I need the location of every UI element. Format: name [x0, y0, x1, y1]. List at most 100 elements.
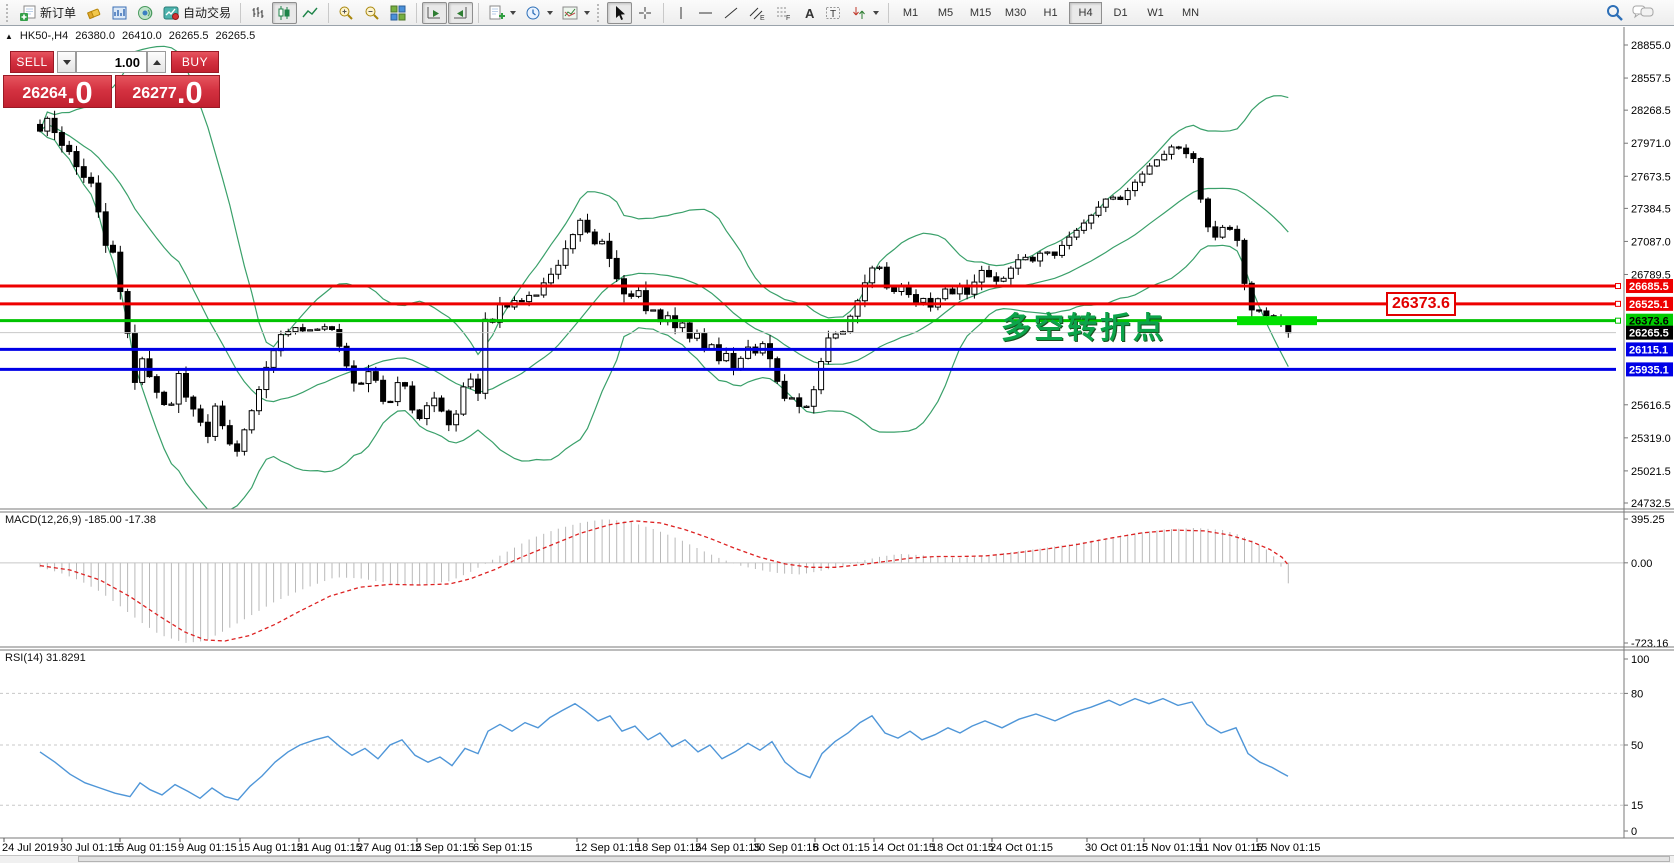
- buy-price-decimal: .0: [177, 79, 203, 107]
- zoom-in-icon: [338, 5, 355, 21]
- time-axis: 24 Jul 201930 Jul 01:155 Aug 01:159 Aug …: [2, 838, 1320, 854]
- bar-chart-icon: [250, 5, 267, 21]
- cursor-icon: [611, 5, 628, 21]
- low-value: 26265.5: [169, 30, 209, 42]
- search-icon[interactable]: [1606, 4, 1624, 21]
- fibonacci-button[interactable]: F: [771, 2, 796, 24]
- periods-button[interactable]: [521, 2, 557, 24]
- tile-windows-button[interactable]: [386, 2, 411, 24]
- candlesticks: [38, 111, 1291, 457]
- tab-timeframe-M15[interactable]: M15: [964, 2, 997, 24]
- price-callout[interactable]: 26373.6: [1386, 292, 1456, 316]
- price-axis: 28855.028557.528268.527971.027673.527384…: [1624, 40, 1671, 510]
- svg-text:30 Oct 01:15: 30 Oct 01:15: [1085, 842, 1148, 854]
- highlight-bar[interactable]: [1237, 316, 1317, 325]
- auto-trading-button[interactable]: 自动交易: [159, 2, 235, 24]
- svg-text:50: 50: [1631, 740, 1643, 752]
- crosshair-button[interactable]: [633, 2, 658, 24]
- auto-scroll-button[interactable]: [422, 2, 447, 24]
- market-watch-button[interactable]: [107, 2, 132, 24]
- line-chart-icon: [302, 5, 319, 21]
- open-value: 26380.0: [75, 30, 115, 42]
- sell-button[interactable]: SELL: [10, 51, 54, 73]
- indicators-button[interactable]: [484, 2, 520, 24]
- templates-button[interactable]: [558, 2, 594, 24]
- tab-timeframe-MN[interactable]: MN: [1174, 2, 1207, 24]
- arrow-up-icon: [153, 60, 161, 65]
- rsi-line: [40, 699, 1288, 800]
- tab-timeframe-W1[interactable]: W1: [1139, 2, 1172, 24]
- trendline-button[interactable]: [719, 2, 744, 24]
- eraser-button[interactable]: [81, 2, 106, 24]
- vertical-line-button[interactable]: [669, 2, 692, 24]
- candlestick-chart-button[interactable]: [272, 2, 297, 24]
- horizontal-line-button[interactable]: [693, 2, 718, 24]
- toolbar-separator: [888, 3, 889, 23]
- scrollbar-thumb[interactable]: [78, 856, 1670, 862]
- tab-timeframe-D1[interactable]: D1: [1104, 2, 1137, 24]
- svg-text:25319.0: 25319.0: [1631, 433, 1671, 445]
- tab-timeframe-M1[interactable]: M1: [894, 2, 927, 24]
- sell-price-decimal: .0: [67, 79, 93, 107]
- svg-text:27673.5: 27673.5: [1631, 171, 1671, 183]
- sell-price-button[interactable]: 26264 .0: [3, 75, 112, 108]
- toolbar-right-group: [1606, 4, 1654, 21]
- toolbar-separator: [663, 3, 664, 23]
- news-button[interactable]: [133, 2, 158, 24]
- svg-text:12 Sep 01:15: 12 Sep 01:15: [575, 842, 640, 854]
- zoom-in-button[interactable]: [334, 2, 359, 24]
- ohlc-title: ▲ HK50-,H4 26380.0 26410.0 26265.5 26265…: [5, 30, 255, 42]
- svg-text:24 Oct 01:15: 24 Oct 01:15: [990, 842, 1053, 854]
- svg-text:15 Aug 01:15: 15 Aug 01:15: [238, 842, 303, 854]
- market-watch-icon: [111, 5, 128, 21]
- svg-text:25935.1: 25935.1: [1629, 364, 1669, 376]
- horizontal-scrollbar[interactable]: [0, 856, 1674, 863]
- dropdown-caret-icon: [584, 11, 590, 15]
- annotation-text[interactable]: 多空转折点: [1001, 303, 1166, 347]
- bar-chart-button[interactable]: [246, 2, 271, 24]
- toolbar-separator: [240, 3, 241, 23]
- new-order-label: 新订单: [40, 4, 76, 21]
- toolbar-separator: [328, 3, 329, 23]
- tab-timeframe-H4[interactable]: H4: [1069, 2, 1102, 24]
- buy-price-button[interactable]: 26277 .0: [115, 75, 220, 108]
- auto-trading-label: 自动交易: [183, 4, 231, 21]
- volume-decrease-button[interactable]: [57, 51, 76, 73]
- svg-text:30 Sep 01:15: 30 Sep 01:15: [753, 842, 818, 854]
- arrows-button[interactable]: [847, 2, 883, 24]
- line-chart-button[interactable]: [298, 2, 323, 24]
- sell-button-label: SELL: [16, 55, 47, 69]
- new-order-button[interactable]: 新订单: [16, 2, 80, 24]
- svg-text:5 Nov 01:15: 5 Nov 01:15: [1142, 842, 1201, 854]
- svg-text:80: 80: [1631, 688, 1643, 700]
- tab-timeframe-M5[interactable]: M5: [929, 2, 962, 24]
- svg-text:21 Aug 01:15: 21 Aug 01:15: [297, 842, 362, 854]
- svg-text:A: A: [805, 6, 815, 21]
- trendline-icon: [723, 5, 740, 21]
- tab-timeframe-H1[interactable]: H1: [1034, 2, 1067, 24]
- text-label-button[interactable]: T: [821, 2, 846, 24]
- buy-button[interactable]: BUY: [171, 51, 219, 73]
- text-icon: A: [802, 5, 816, 21]
- close-value: 26265.5: [216, 30, 256, 42]
- panel-borders: [0, 27, 1674, 856]
- collapse-triangle-icon[interactable]: ▲: [5, 32, 13, 41]
- text-label-icon: T: [825, 5, 842, 21]
- volume-increase-button[interactable]: [147, 51, 166, 73]
- tab-timeframe-M30[interactable]: M30: [999, 2, 1032, 24]
- zoom-out-button[interactable]: [360, 2, 385, 24]
- svg-text:T: T: [830, 9, 836, 20]
- candlestick-chart-icon: [276, 5, 293, 21]
- chat-icon[interactable]: [1632, 4, 1654, 21]
- svg-text:30 Jul 01:15: 30 Jul 01:15: [60, 842, 120, 854]
- equidistant-channel-button[interactable]: E: [745, 2, 770, 24]
- auto-trading-icon: [163, 5, 180, 21]
- svg-text:27971.0: 27971.0: [1631, 138, 1671, 150]
- svg-text:26789.5: 26789.5: [1631, 269, 1671, 281]
- cursor-button[interactable]: [607, 2, 632, 24]
- svg-text:24 Jul 2019: 24 Jul 2019: [2, 842, 59, 854]
- text-button[interactable]: A: [797, 2, 820, 24]
- chart-canvas[interactable]: 26685.526525.126373.626265.526115.125935…: [0, 0, 1674, 863]
- chart-shift-button[interactable]: [448, 2, 473, 24]
- volume-input[interactable]: 1.00: [76, 51, 147, 73]
